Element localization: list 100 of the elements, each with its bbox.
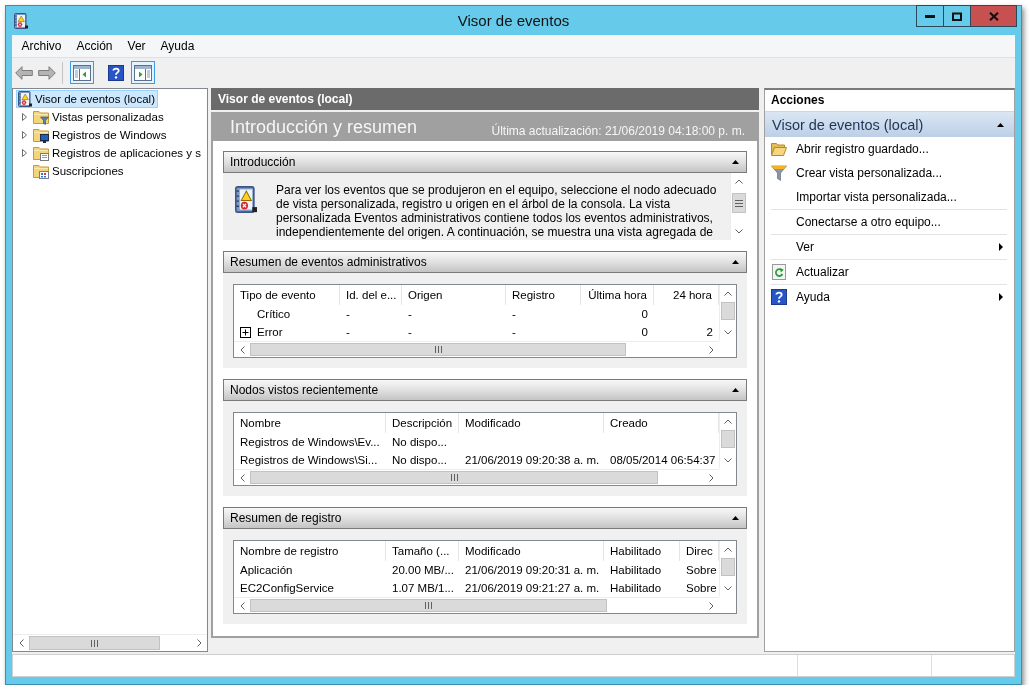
chevron-up-icon [724,547,732,552]
chevron-down-icon [724,330,732,335]
table-cell-text: Habilitado [609,581,663,596]
pane-header: Visor de eventos (local) [211,88,759,110]
section-header[interactable]: Nodos vistos recientemente [223,379,747,401]
table-cell-text: - [511,307,517,322]
show-tree-button[interactable] [70,61,94,84]
table-cell-text: - [407,307,413,322]
event-log-icon [18,91,32,107]
tree-item[interactable]: Registros de aplicaciones y s [31,144,204,162]
tree-item[interactable]: Visor de eventos (local) [16,90,158,108]
last-updated-text: Última actualización: 21/06/2019 04:18:00 p. m. [491,124,745,140]
scroll-thumb[interactable] [250,471,658,484]
tree-item[interactable]: Registros de Windows [31,126,170,144]
show-actions-button[interactable] [131,61,155,84]
section-header[interactable]: Introducción [223,151,747,173]
action-item[interactable]: Conectarse a otro equipo... [765,210,1014,234]
folder-calendar-icon [33,163,49,179]
table-cell-text: 2 [705,325,714,340]
vertical-scrollbar[interactable] [719,285,736,341]
intro-paragraph: Para ver los eventos que se produjeron en el equipo, seleccione el nodo adecuado de vista personalizada, registro u origen en el árbol de la consola. La vista personalizada Eventos administrativos contiene todos los eventos administrativos, independientemente del origen. A continuación, se muestra una vista agregada de [276,182,718,240]
table-cell-text: - [511,325,517,340]
funnel-icon [771,165,787,181]
overview-title: Introducción y resumen [230,117,418,138]
tree-item[interactable]: Vistas personalizadas [31,108,167,126]
horizontal-scrollbar[interactable] [234,469,719,485]
table-cell-text: - [345,325,351,340]
chevron-up-icon [724,419,732,424]
table-cell-text: No dispo... [391,435,448,450]
help-icon [771,289,787,305]
minimize-icon [925,14,935,18]
chevron-left-icon [239,473,245,482]
table-cell-text: Habilitado [609,563,663,578]
scroll-thumb[interactable] [721,558,735,576]
chevron-right-icon [196,639,202,647]
scroll-thumb[interactable] [721,430,735,448]
scroll-thumb[interactable] [250,343,626,356]
table-cell-text: Error [257,325,283,340]
vertical-scrollbar[interactable] [719,541,736,597]
chevron-left-icon [18,639,24,647]
expand-arrow-icon[interactable] [22,149,27,157]
event-log-icon [14,13,28,29]
table-cell-text: Aplicación [239,563,294,578]
chevron-down-icon [724,458,732,463]
action-item[interactable]: Crear vista personalizada... [765,161,1014,185]
menu-item[interactable]: Acción [69,36,121,56]
chevron-up-icon [735,179,743,184]
window-title: Visor de eventos [457,11,570,31]
table-cell-text: EC2ConfigService [239,581,335,596]
table-cell-text: 08/05/2014 06:54:37 [609,453,717,468]
horizontal-scrollbar[interactable] [234,597,719,613]
close-button[interactable] [970,5,1017,27]
section-header[interactable]: Resumen de eventos administrativos [223,251,747,273]
left-arrow-icon [15,65,33,80]
action-item[interactable]: Ver [765,235,1014,259]
maximize-icon [952,11,962,21]
horizontal-scrollbar[interactable] [13,634,207,651]
chevron-left-icon [239,601,245,610]
vertical-scrollbar[interactable] [719,413,736,469]
menu-item[interactable]: Ayuda [153,36,202,56]
close-icon [988,11,999,21]
folder-funnel-icon [33,109,49,125]
table-cell-text: - [407,325,413,340]
scroll-thumb[interactable] [721,302,735,320]
table-cell-text: Crítico [257,307,291,322]
section-header[interactable]: Resumen de registro [223,507,747,529]
group-header[interactable]: Visor de eventos (local) [765,112,1014,137]
action-item[interactable]: Ayuda [765,285,1014,309]
menu-item[interactable]: Archivo [14,36,69,56]
minimize-button[interactable] [916,5,944,27]
grip-icon [434,346,442,353]
table-cell-text: - [345,307,351,322]
expand-arrow-icon[interactable] [22,113,27,121]
horizontal-scrollbar[interactable] [234,341,719,357]
chevron-right-icon [708,345,714,354]
action-item[interactable]: Actualizar [765,260,1014,284]
help-icon [108,64,124,81]
table-cell-text: Registros de Windows\Si... [239,453,379,468]
chevron-right-icon [708,473,714,482]
action-item[interactable]: Importar vista personalizada... [765,185,1014,209]
action-item[interactable]: Abrir registro guardado... [765,137,1014,161]
table-cell-text: 20.00 MB/... [391,563,455,578]
table-cell-text: 21/06/2019 09:20:38 a. m. [464,453,601,468]
event-log-icon [235,186,257,213]
table-cell-text: No dispo... [391,453,448,468]
table-cell-text: Registros de Windows\Ev... [239,435,381,450]
chevron-right-icon [708,601,714,610]
menu-item[interactable]: Ver [120,36,154,56]
scroll-thumb[interactable] [732,193,746,213]
scroll-thumb[interactable] [250,599,607,612]
tree-item[interactable]: Suscripciones [31,162,127,180]
table-cell-text: Sobre [685,581,718,596]
table-cell-text: 21/06/2019 09:21:27 a. m. [464,581,601,596]
maximize-button[interactable] [943,5,971,27]
expand-arrow-icon[interactable] [22,131,27,139]
folder-document-icon [33,145,49,161]
refresh-icon [772,264,786,280]
scroll-thumb[interactable] [29,636,160,650]
plus-box-icon[interactable] [240,326,251,338]
panel-left-icon [73,64,91,81]
